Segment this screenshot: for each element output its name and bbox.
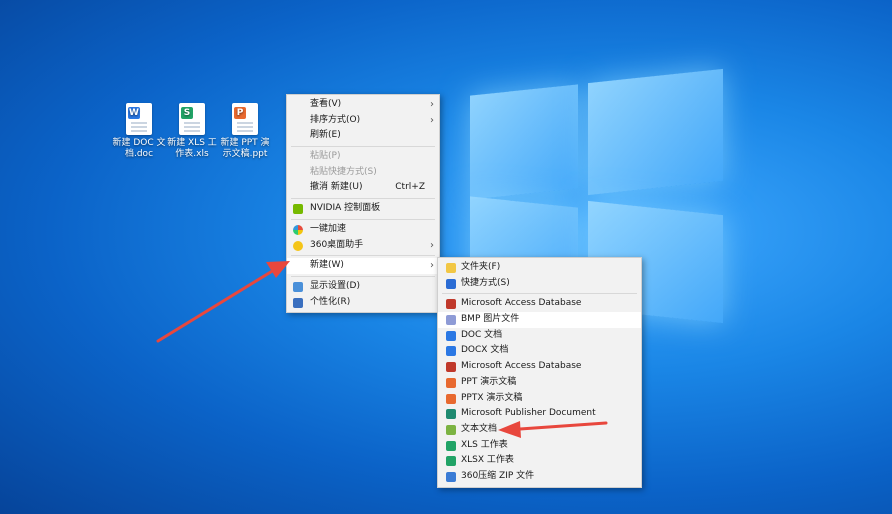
menu-separator [291, 198, 435, 200]
submenu-item-xls[interactable]: XLS 工作表 [438, 438, 641, 454]
menu-separator [291, 275, 435, 277]
speedup-icon [293, 224, 303, 235]
menu-separator [291, 255, 435, 257]
submenu-item-doc[interactable]: DOC 文档 [438, 328, 641, 344]
360-assistant-icon [293, 240, 303, 251]
personalize-icon [293, 297, 303, 308]
chevron-right-icon: › [430, 239, 434, 251]
desktop-icon-ppt[interactable]: P 新建 PPT 演示文稿.ppt [216, 103, 274, 160]
submenu-item-folder[interactable]: 文件夹(F) [438, 260, 641, 276]
menu-item-paste[interactable]: 粘贴(P) [287, 149, 439, 165]
shortcut-label: Ctrl+Z [395, 182, 425, 193]
doc-icon [446, 330, 456, 341]
desktop-context-menu: 查看(V) › 排序方式(O) › 刷新(E) 粘贴(P) 粘贴快捷方式(S) 撤消… [286, 94, 440, 314]
text-document-icon [446, 424, 456, 435]
menu-item-display-settings[interactable]: 显示设置(D) [287, 279, 439, 295]
submenu-item-publisher[interactable]: Microsoft Publisher Document [438, 406, 641, 422]
bmp-icon [446, 315, 456, 326]
menu-item-sort-by[interactable]: 排序方式(O) › [287, 113, 439, 129]
submenu-item-text-document[interactable]: 文本文档 [438, 422, 641, 438]
submenu-item-ppt[interactable]: PPT 演示文稿 [438, 375, 641, 391]
submenu-item-docx[interactable]: DOCX 文档 [438, 343, 641, 359]
menu-item-view[interactable]: 查看(V) › [287, 97, 439, 113]
ppt-icon [446, 377, 456, 388]
docx-icon [446, 346, 456, 357]
new-submenu: 文件夹(F) 快捷方式(S) Microsoft Access Database… [437, 257, 642, 488]
excel-xls-icon: S [179, 103, 205, 135]
powerpoint-ppt-icon: P [232, 103, 258, 135]
chevron-right-icon: › [430, 114, 434, 126]
access-icon [446, 362, 456, 373]
submenu-item-xlsx[interactable]: XLSX 工作表 [438, 453, 641, 469]
desktop-icon-label: 新建 PPT 演示文稿.ppt [220, 138, 270, 159]
xlsx-icon [446, 456, 456, 467]
pptx-icon [446, 393, 456, 404]
menu-item-personalize[interactable]: 个性化(R) [287, 295, 439, 311]
xls-icon [446, 440, 456, 451]
menu-item-speedup[interactable]: 一键加速 [287, 222, 439, 238]
nvidia-icon [293, 204, 303, 215]
desktop-icon-label: 新建 XLS 工作表.xls [167, 138, 217, 159]
submenu-item-access-database-2[interactable]: Microsoft Access Database [438, 359, 641, 375]
chevron-right-icon: › [430, 99, 434, 110]
arrow-to-new-menu [156, 261, 290, 343]
word-doc-icon: W [126, 103, 152, 135]
menu-item-paste-shortcut[interactable]: 粘贴快捷方式(S) [287, 165, 439, 181]
shortcut-icon [446, 278, 456, 289]
zip-icon [446, 471, 456, 482]
menu-item-nvidia[interactable]: NVIDIA 控制面板 [287, 201, 439, 217]
submenu-item-bmp[interactable]: BMP 图片文件 [438, 312, 641, 328]
folder-icon [446, 263, 456, 273]
desktop-icon-label: 新建 DOC 文档.doc [112, 138, 166, 159]
menu-separator [291, 218, 435, 220]
submenu-item-zip[interactable]: 360压缩 ZIP 文件 [438, 469, 641, 485]
menu-separator [291, 146, 435, 148]
menu-item-refresh[interactable]: 刷新(E) [287, 128, 439, 144]
display-settings-icon [293, 281, 303, 292]
access-icon [446, 299, 456, 310]
submenu-item-shortcut[interactable]: 快捷方式(S) [438, 276, 641, 292]
publisher-icon [446, 409, 456, 420]
submenu-item-access-database[interactable]: Microsoft Access Database [438, 296, 641, 312]
submenu-item-pptx[interactable]: PPTX 演示文稿 [438, 391, 641, 407]
desktop-icon-doc[interactable]: W 新建 DOC 文档.doc [110, 103, 168, 160]
desktop-icon-xls[interactable]: S 新建 XLS 工作表.xls [163, 103, 221, 160]
menu-item-new[interactable]: 新建(W) › [287, 258, 439, 274]
menu-item-360-assistant[interactable]: 360桌面助手 › [287, 238, 439, 254]
chevron-right-icon: › [430, 260, 434, 272]
menu-item-undo-new[interactable]: 撤消 新建(U) Ctrl+Z [287, 180, 439, 196]
menu-separator [442, 293, 637, 295]
